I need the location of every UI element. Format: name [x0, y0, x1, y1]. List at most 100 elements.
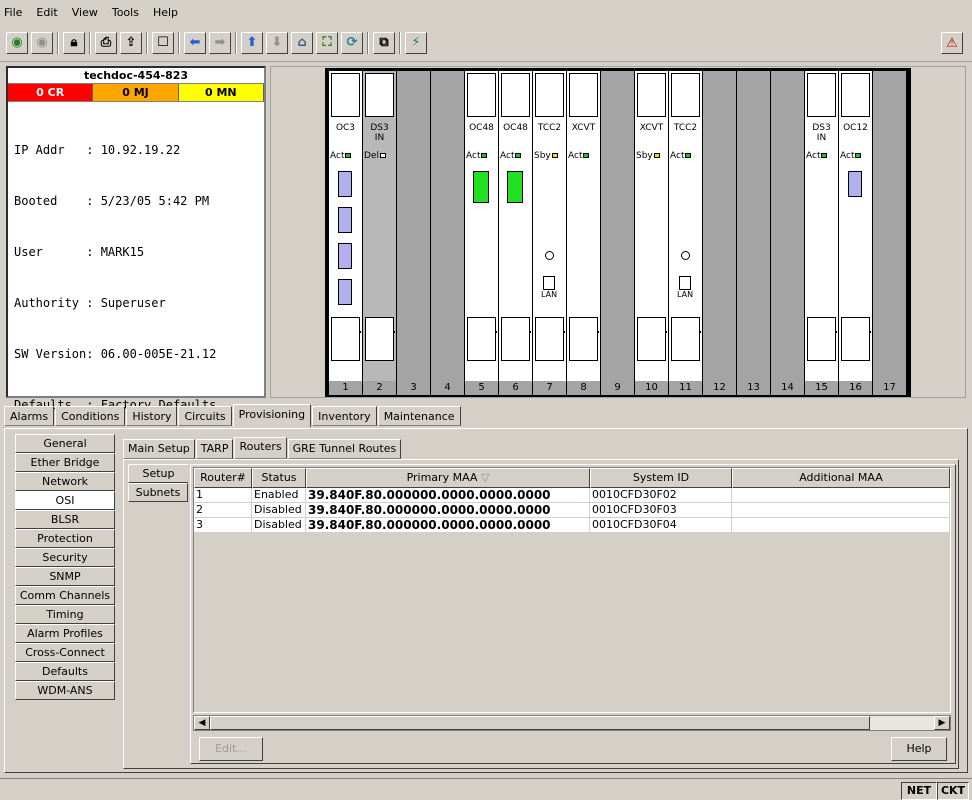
- export-button[interactable]: ⇪: [120, 31, 142, 54]
- shelf-view: OC3 Act 1 DS3 IN Del 2 3 4 OC48 Act 5 OC48 Act 6 TCC2 S…: [270, 66, 966, 398]
- shelf-slot-12[interactable]: [703, 71, 736, 381]
- network-view-button[interactable]: ◉: [6, 31, 28, 54]
- alarm-minor[interactable]: 0 MN: [178, 84, 264, 101]
- globe-disabled-icon: ◉: [36, 35, 48, 50]
- side-tab-blsr[interactable]: BLSR: [15, 510, 115, 529]
- column-additional-maa[interactable]: Additional MAA: [732, 468, 950, 488]
- card-latch-bottom: [841, 317, 870, 361]
- card-status-text: Act: [466, 151, 481, 161]
- tab-conditions[interactable]: Conditions: [55, 406, 126, 426]
- tab-alarms[interactable]: Alarms: [4, 406, 55, 426]
- down-button[interactable]: ⬇: [266, 31, 288, 54]
- shelf-slot-2[interactable]: DS3 IN Del: [363, 71, 396, 381]
- status-led-icon: [653, 153, 660, 158]
- shelf-slot-15[interactable]: DS3 IN Act: [805, 71, 838, 381]
- side-tab-comm-channels[interactable]: Comm Channels: [15, 586, 115, 605]
- scroll-right-button[interactable]: ▶: [934, 716, 950, 730]
- column-system-id[interactable]: System ID: [590, 468, 732, 488]
- forward-button[interactable]: ➡: [209, 31, 231, 54]
- side-tab-general[interactable]: General: [15, 434, 115, 453]
- shelf-slot-8[interactable]: XCVT Act: [567, 71, 600, 381]
- card-port-icon[interactable]: [848, 171, 862, 197]
- side-tab-cross-connect[interactable]: Cross-Connect: [15, 643, 115, 662]
- table-row[interactable]: 1 Enabled 39.840F.80.000000.0000.0000.00…: [194, 488, 950, 503]
- help-button[interactable]: Help: [891, 737, 947, 761]
- menu-help[interactable]: Help: [153, 6, 178, 19]
- up-button[interactable]: ⬆: [241, 31, 263, 54]
- tab-routers[interactable]: Routers: [234, 437, 287, 459]
- table-row[interactable]: 2 Disabled 39.840F.80.000000.0000.0000.0…: [194, 503, 950, 518]
- side-tab-security[interactable]: Security: [15, 548, 115, 567]
- card-port-icon[interactable]: [338, 171, 352, 197]
- preferences-button[interactable]: ☐: [152, 31, 174, 54]
- table-row[interactable]: 3 Disabled 39.840F.80.000000.0000.0000.0…: [194, 518, 950, 533]
- side-tab-osi[interactable]: OSI: [15, 491, 115, 510]
- tab-maintenance[interactable]: Maintenance: [377, 406, 461, 426]
- side-tab-protection[interactable]: Protection: [15, 529, 115, 548]
- shelf-slot-17[interactable]: [873, 71, 906, 381]
- tab-history[interactable]: History: [126, 406, 178, 426]
- back-button[interactable]: ⬅: [184, 31, 206, 54]
- shelf-slot-4[interactable]: [431, 71, 464, 381]
- tab-provisioning[interactable]: Provisioning: [232, 404, 312, 427]
- tab-subnets[interactable]: Subnets: [128, 483, 188, 502]
- tab-circuits[interactable]: Circuits: [178, 406, 232, 426]
- card-port-icon[interactable]: [507, 171, 523, 203]
- tab-gre-tunnel-routes[interactable]: GRE Tunnel Routes: [287, 439, 402, 459]
- shelf-slot-1[interactable]: OC3 Act: [329, 71, 362, 381]
- print-button[interactable]: ⎙: [95, 31, 117, 54]
- tab-main-setup[interactable]: Main Setup: [123, 439, 195, 459]
- menu-file[interactable]: File: [4, 6, 22, 19]
- home-button[interactable]: ⌂: [291, 31, 313, 54]
- side-tab-snmp[interactable]: SNMP: [15, 567, 115, 586]
- circuit-button[interactable]: ⚡: [405, 31, 427, 54]
- column-primary-maa[interactable]: Primary MAA ▽: [306, 468, 590, 488]
- card-latch-bottom: [501, 317, 530, 361]
- shelf-slot-11[interactable]: TCC2 Act LAN: [669, 71, 702, 381]
- tab-setup[interactable]: Setup: [128, 464, 188, 483]
- alert-button[interactable]: ⚠: [941, 32, 963, 54]
- shelf-slot-16[interactable]: OC12 Act: [839, 71, 872, 381]
- shelf-slot-5[interactable]: OC48 Act: [465, 71, 498, 381]
- shelf-slot-9[interactable]: [601, 71, 634, 381]
- lock-button[interactable]: 🔒︎: [63, 31, 85, 54]
- card-port-icon[interactable]: [473, 171, 489, 203]
- node-view-button[interactable]: ◉: [31, 31, 53, 54]
- alarm-critical[interactable]: 0 CR: [8, 84, 94, 101]
- side-tab-timing[interactable]: Timing: [15, 605, 115, 624]
- refresh-button[interactable]: ⟳: [341, 31, 363, 54]
- side-tab-wdm-ans[interactable]: WDM-ANS: [15, 681, 115, 700]
- shelf-slot-14[interactable]: [771, 71, 804, 381]
- menu-view[interactable]: View: [72, 6, 98, 19]
- card-latch-bottom: [535, 317, 564, 361]
- zoom-button[interactable]: ⛶: [316, 31, 338, 54]
- card-type-label: OC3: [335, 123, 356, 133]
- scrollbar-thumb[interactable]: [210, 716, 870, 730]
- cell-status: Enabled: [252, 488, 306, 502]
- shelf-slot-10[interactable]: XCVT Sby: [635, 71, 668, 381]
- shelf-slot-13[interactable]: [737, 71, 770, 381]
- status-led-icon: [481, 153, 488, 158]
- side-tab-defaults[interactable]: Defaults: [15, 662, 115, 681]
- topology-button[interactable]: ⧉: [373, 31, 395, 54]
- scroll-left-button[interactable]: ◀: [194, 716, 210, 730]
- card-port-icon[interactable]: [338, 279, 352, 305]
- card-port-icon[interactable]: [338, 243, 352, 269]
- shelf-slot-6[interactable]: OC48 Act: [499, 71, 532, 381]
- column-router-number[interactable]: Router#: [194, 468, 252, 488]
- menu-edit[interactable]: Edit: [36, 6, 57, 19]
- side-tab-network[interactable]: Network: [15, 472, 115, 491]
- card-port-icon[interactable]: [338, 207, 352, 233]
- menu-tools[interactable]: Tools: [112, 6, 139, 19]
- edit-button[interactable]: Edit...: [199, 737, 263, 761]
- side-tab-alarm-profiles[interactable]: Alarm Profiles: [15, 624, 115, 643]
- tab-tarp[interactable]: TARP: [195, 439, 234, 459]
- side-tab-ether-bridge[interactable]: Ether Bridge: [15, 453, 115, 472]
- shelf-slot-3[interactable]: [397, 71, 430, 381]
- horizontal-scrollbar[interactable]: ◀ ▶: [193, 715, 951, 731]
- shelf-slot-7[interactable]: TCC2 Sby LAN: [533, 71, 566, 381]
- tab-inventory[interactable]: Inventory: [312, 406, 377, 426]
- column-status[interactable]: Status: [252, 468, 306, 488]
- alarm-major[interactable]: 0 MJ: [93, 84, 179, 101]
- cell-primary-maa: 39.840F.80.000000.0000.0000.0000: [306, 518, 590, 532]
